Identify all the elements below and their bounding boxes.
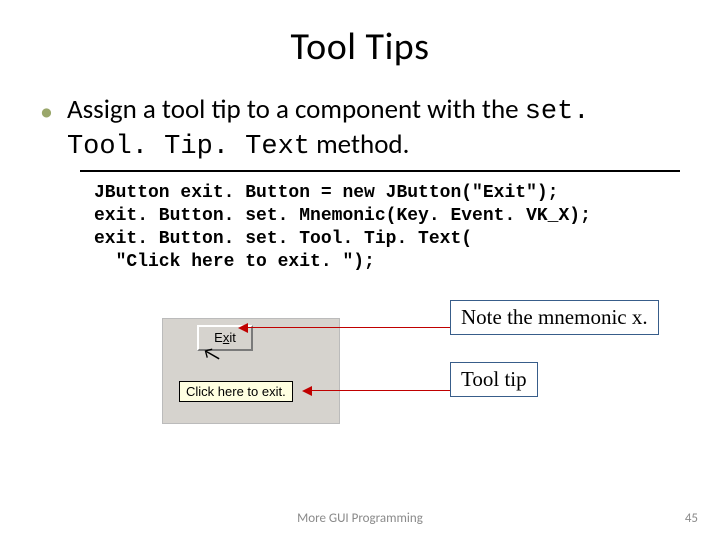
divider <box>80 170 680 172</box>
gui-illustration: Exit ↖ Click here to exit. <box>162 318 422 426</box>
page-number: 45 <box>685 511 698 526</box>
code-line-2: exit. Button. set. Mnemonic(Key. Event. … <box>94 206 591 226</box>
bullet-text: Assign a tool tip to a component with th… <box>67 94 684 164</box>
code-block: JButton exit. Button = new JButton("Exit… <box>94 182 684 274</box>
code-line-1: JButton exit. Button = new JButton("Exit… <box>94 183 558 203</box>
gui-panel: Exit ↖ Click here to exit. <box>162 318 340 424</box>
btn-post: it <box>229 330 236 345</box>
tooltip-box: Click here to exit. <box>179 381 293 402</box>
code-line-4: "Click here to exit. "); <box>94 252 375 272</box>
bullet-post: method. <box>310 128 409 161</box>
bullet-icon: • <box>40 96 53 126</box>
slide: Tool Tips • Assign a tool tip to a compo… <box>0 0 720 540</box>
arrow-to-tooltip <box>310 390 452 391</box>
code-line-3: exit. Button. set. Tool. Tip. Text( <box>94 229 472 249</box>
bullet-pre: Assign a tool tip to a component with th… <box>67 93 525 126</box>
arrow-to-mnemonic <box>246 327 452 328</box>
slide-title: Tool Tips <box>36 24 684 70</box>
bullet-item: • Assign a tool tip to a component with … <box>40 94 684 164</box>
callout-mnemonic: Note the mnemonic x. <box>450 300 659 335</box>
callout-tooltip: Tool tip <box>450 362 538 397</box>
footer-text: More GUI Programming <box>0 511 720 526</box>
